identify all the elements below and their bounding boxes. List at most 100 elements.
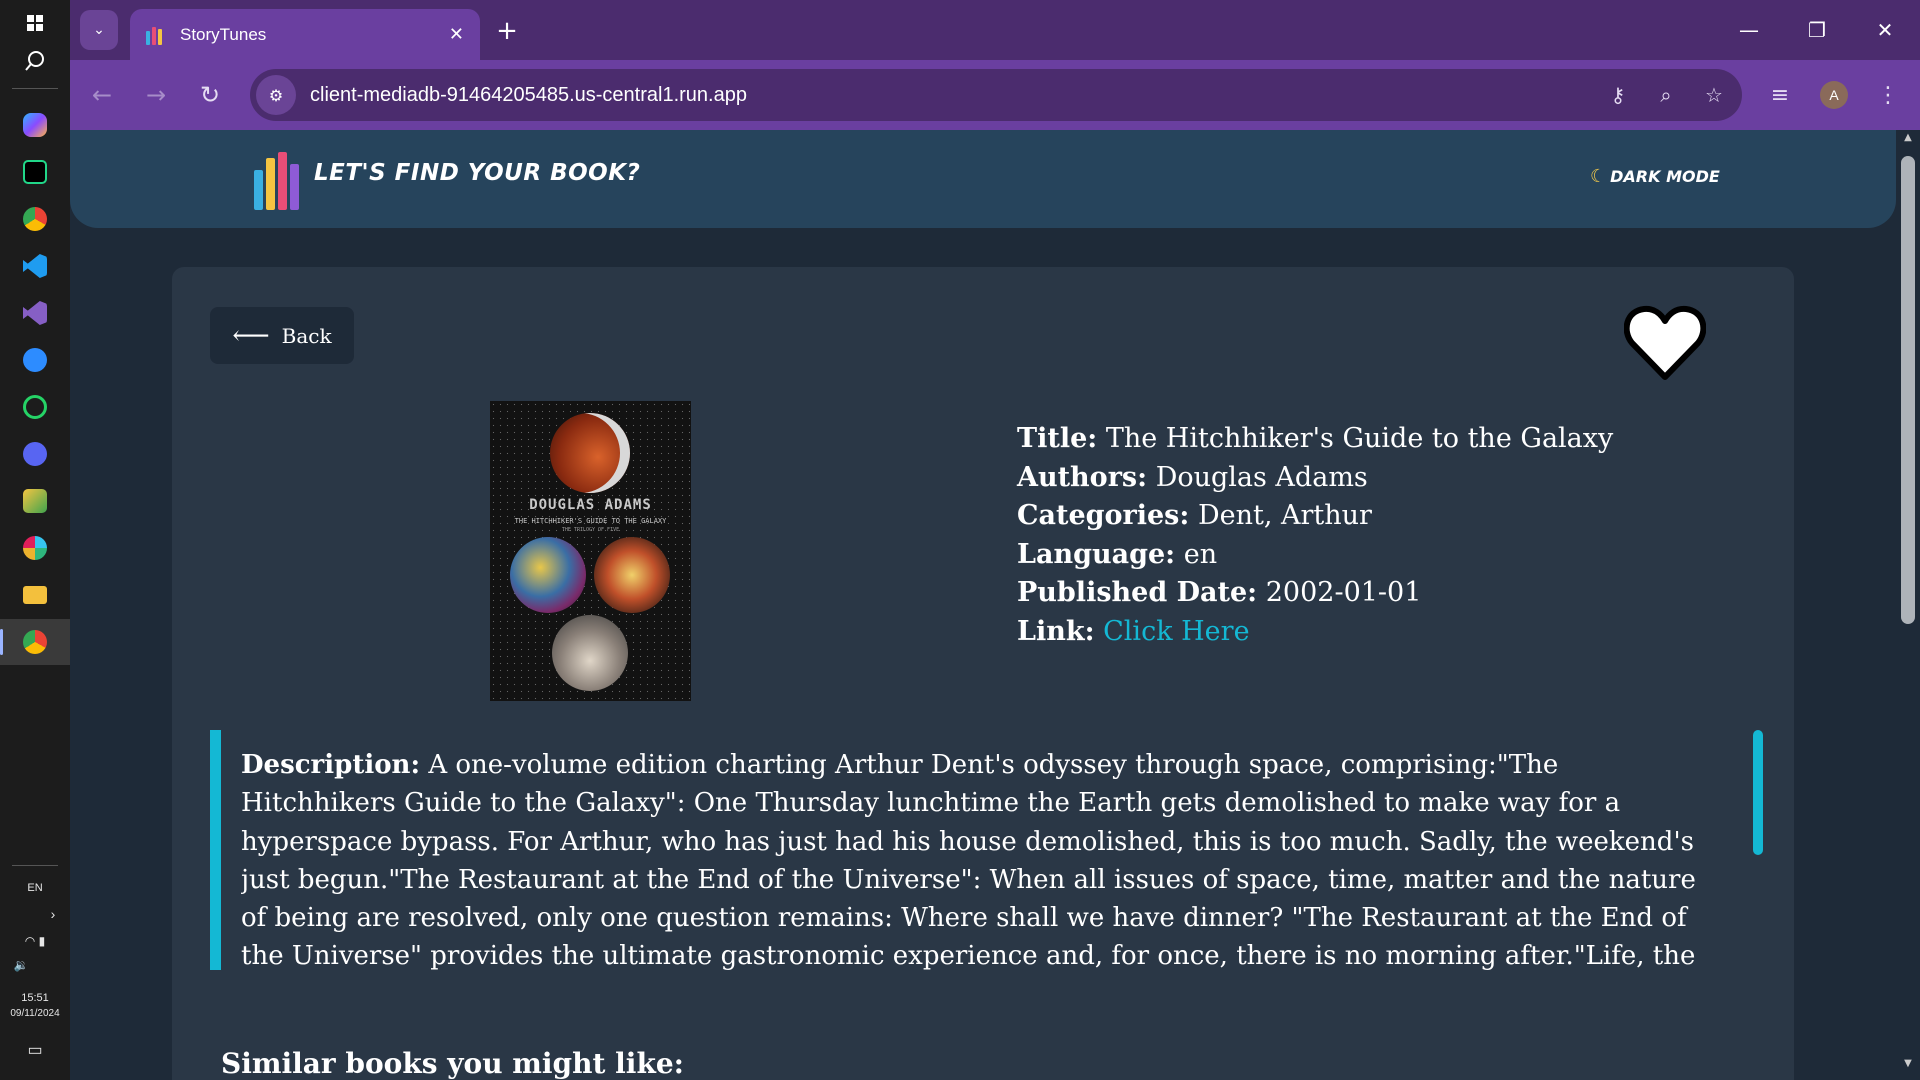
similar-books-heading: Similar books you might like:	[221, 1047, 684, 1080]
cover-planet-right	[594, 537, 670, 613]
categories-label: Categories:	[1017, 500, 1190, 531]
search-button[interactable]	[0, 38, 70, 84]
taskbar-file-explorer[interactable]	[0, 572, 70, 618]
authors-label: Authors:	[1017, 461, 1148, 493]
site-info-icon[interactable]: ⚙	[256, 75, 296, 115]
book-authors: Douglas Adams	[1155, 461, 1368, 493]
page-scrollbar[interactable]: ▲ ▼	[1896, 130, 1920, 1080]
arrow-left-icon: ⟵	[232, 320, 270, 351]
taskbar-pycharm[interactable]	[0, 149, 70, 195]
brand-title[interactable]: LET'S FIND YOUR BOOK?	[314, 160, 640, 186]
title-row: Title: The Hitchhiker's Guide to the Gal…	[1017, 420, 1613, 459]
back-label: Back	[281, 323, 332, 348]
scroll-thumb[interactable]	[1901, 156, 1915, 624]
dark-mode-label: DARK MODE	[1610, 167, 1720, 186]
close-window-button[interactable]: ✕	[1860, 10, 1910, 50]
bookmark-star-icon[interactable]: ☆	[1694, 75, 1734, 115]
browser-tabstrip: ⌄ StoryTunes ✕ + — ❐ ✕	[70, 0, 1920, 60]
book-categories: Dent, Arthur	[1197, 500, 1372, 531]
taskbar-chrome-active[interactable]	[0, 619, 70, 665]
taskbar-snipping-tool[interactable]	[0, 478, 70, 524]
title-label: Title:	[1017, 423, 1098, 454]
moon-icon: ☾	[1590, 166, 1607, 187]
plus-icon: +	[496, 16, 518, 46]
minimize-button[interactable]: —	[1724, 10, 1774, 50]
tab-search-button[interactable]: ⌄	[80, 10, 118, 50]
authors-row: Authors: Douglas Adams	[1017, 459, 1613, 498]
link-label: Link:	[1017, 615, 1095, 647]
taskbar-chrome[interactable]	[0, 196, 70, 242]
zoom-icon	[23, 348, 47, 372]
minimize-icon: —	[1739, 18, 1759, 42]
restore-button[interactable]: ❐	[1792, 10, 1842, 50]
tab-storytunes[interactable]: StoryTunes ✕	[130, 9, 480, 60]
forward-nav-button[interactable]: →	[136, 75, 176, 115]
cover-subtitle: THE TRILOGY OF FIVE	[561, 527, 620, 533]
favorite-heart-icon[interactable]	[1624, 303, 1706, 383]
back-button[interactable]: ⟵ Back	[210, 307, 354, 364]
profile-avatar[interactable]: A	[1820, 81, 1848, 109]
cover-title: THE HITCHHIKER'S GUIDE TO THE GALAXY	[514, 517, 667, 525]
taskbar-zoom[interactable]	[0, 337, 70, 383]
cover-author: DOUGLAS ADAMS	[529, 497, 652, 513]
page-viewport: LET'S FIND YOUR BOOK? ☾ DARK MODE ⟵ Back…	[70, 130, 1896, 1080]
scroll-down-arrow-icon[interactable]: ▼	[1896, 1058, 1920, 1078]
address-bar[interactable]: ⚙ client-mediadb-91464205485.us-central1…	[250, 69, 1742, 121]
taskbar-divider	[12, 865, 58, 866]
volume-icon[interactable]: 🔉	[0, 958, 56, 972]
description-text[interactable]: Description: A one-volume edition charti…	[241, 746, 1711, 970]
new-tab-button[interactable]: +	[490, 14, 524, 48]
link-row: Link: Click Here	[1017, 613, 1613, 652]
wifi-icon[interactable]: ◠ ▮	[0, 934, 70, 948]
arrow-left-icon: ←	[91, 81, 113, 109]
book-title: The Hitchhiker's Guide to the Galaxy	[1105, 423, 1614, 454]
taskbar-copilot[interactable]	[0, 102, 70, 148]
books-logo-icon[interactable]	[254, 150, 302, 210]
cover-planet-top	[550, 413, 630, 493]
password-key-icon[interactable]: ⚷	[1598, 75, 1638, 115]
visual-studio-icon	[23, 301, 47, 325]
language-label: Language:	[1017, 538, 1176, 570]
language-indicator[interactable]: EN	[0, 882, 70, 894]
book-published-date: 2002-01-01	[1265, 577, 1422, 608]
taskbar-divider	[12, 88, 58, 89]
arrow-right-icon: →	[145, 81, 167, 109]
storytunes-favicon-icon	[146, 25, 166, 45]
close-icon[interactable]: ✕	[449, 24, 464, 45]
cover-planet-left	[510, 537, 586, 613]
site-header: LET'S FIND YOUR BOOK? ☾ DARK MODE	[70, 130, 1896, 228]
taskbar-discord[interactable]	[0, 431, 70, 477]
copilot-icon	[23, 113, 47, 137]
back-nav-button[interactable]: ←	[82, 75, 122, 115]
reload-icon: ↻	[199, 81, 221, 109]
clock-date[interactable]: 09/11/2024	[0, 1008, 70, 1019]
discord-icon	[23, 442, 47, 466]
windows-taskbar: EN › ◠ ▮ 🔉 15:51 09/11/2024 ▭	[0, 0, 70, 1080]
scroll-up-arrow-icon[interactable]: ▲	[1896, 132, 1920, 152]
kebab-menu-icon[interactable]: ⋮	[1868, 75, 1908, 115]
restore-icon: ❐	[1808, 18, 1826, 42]
url-text[interactable]: client-mediadb-91464205485.us-central1.r…	[310, 84, 1598, 107]
book-detail-card: ⟵ Back DOUGLAS ADAMS THE HITCHHIKER'S GU…	[172, 267, 1794, 1080]
description-label: Description:	[241, 750, 421, 780]
book-info: Title: The Hitchhiker's Guide to the Gal…	[1017, 420, 1613, 651]
taskbar-vscode[interactable]	[0, 243, 70, 289]
taskbar-slack[interactable]	[0, 525, 70, 571]
clock-time[interactable]: 15:51	[0, 992, 70, 1004]
description-scrollbar[interactable]	[1753, 730, 1763, 855]
zoom-icon[interactable]: ⌕	[1646, 75, 1686, 115]
book-language: en	[1183, 538, 1218, 570]
taskbar-visual-studio[interactable]	[0, 290, 70, 336]
chrome-icon	[23, 207, 47, 231]
published-row: Published Date: 2002-01-01	[1017, 574, 1613, 613]
vscode-icon	[23, 254, 47, 278]
language-row: Language: en	[1017, 536, 1613, 575]
dark-mode-toggle[interactable]: ☾ DARK MODE	[1590, 166, 1720, 187]
browser-toolbar: ← → ↻ ⚙ client-mediadb-91464205485.us-ce…	[70, 60, 1920, 130]
pycharm-icon	[23, 160, 47, 184]
book-link[interactable]: Click Here	[1103, 616, 1249, 647]
reload-button[interactable]: ↻	[190, 75, 230, 115]
notification-icon[interactable]: ▭	[0, 1040, 70, 1060]
taskbar-whatsapp[interactable]	[0, 384, 70, 430]
media-control-icon[interactable]: ≡	[1760, 75, 1800, 115]
